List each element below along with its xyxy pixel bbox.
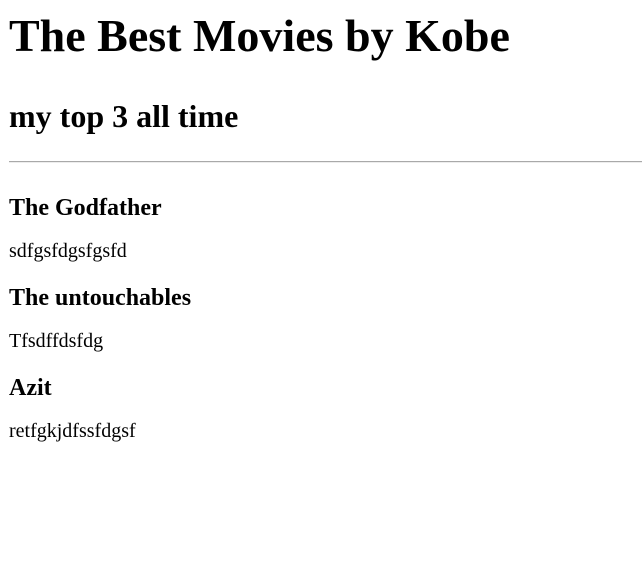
movie-title: The Godfather [9, 195, 162, 221]
page: The Best Movies by Kobe my top 3 all tim… [0, 0, 642, 579]
movie-title: The untouchables [9, 285, 192, 311]
movie-description: retfgkjdfssfdgsf [9, 420, 136, 442]
movie-list: The Godfather sdfgsfdgsfgsfd The untouch… [9, 194, 642, 443]
movie-description: sdfgsfdgsfgsfd [9, 240, 127, 262]
page-title: The Best Movies by Kobe [9, 10, 510, 61]
divider [9, 161, 642, 163]
movie-description: Tfsdffdsfdg [9, 330, 104, 352]
page-subtitle: my top 3 all time [9, 98, 239, 134]
movie-item: Azit retfgkjdfssfdgsf [9, 374, 642, 443]
movie-title: Azit [9, 375, 52, 401]
movie-item: The untouchables Tfsdffdsfdg [9, 284, 642, 353]
movie-item: The Godfather sdfgsfdgsfgsfd [9, 194, 642, 263]
